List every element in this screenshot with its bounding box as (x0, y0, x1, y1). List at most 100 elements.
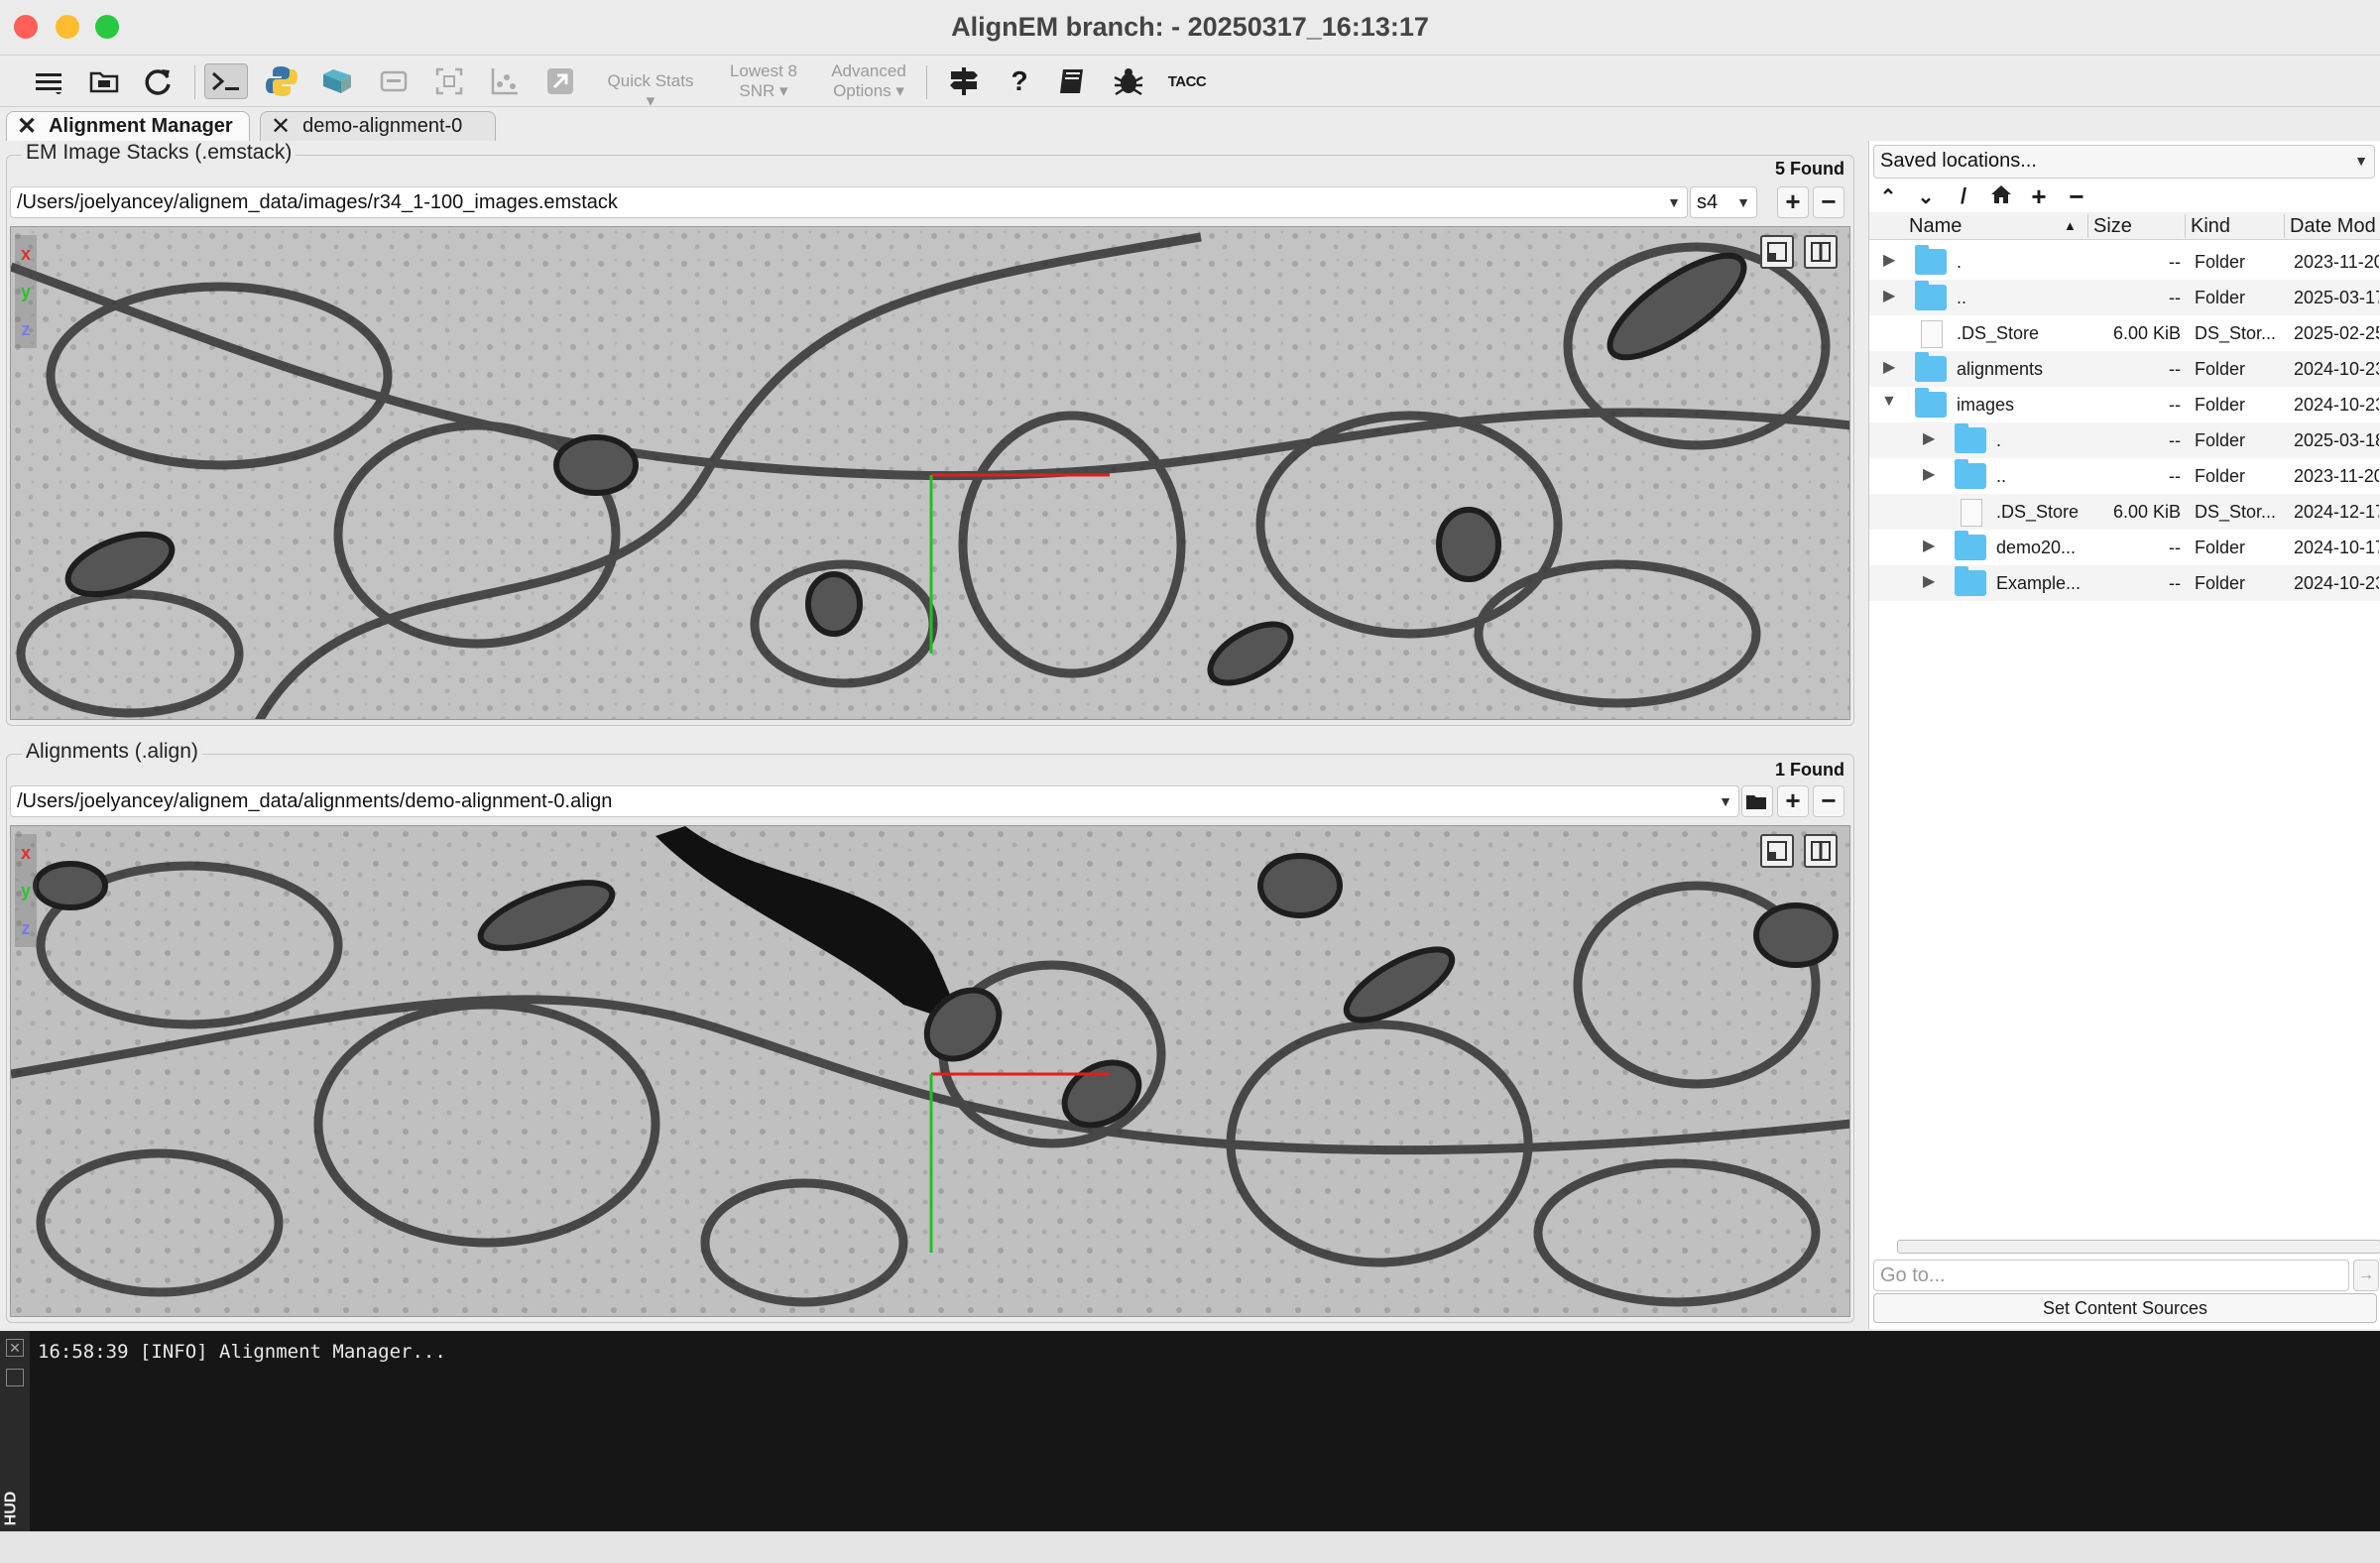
window-icon[interactable] (375, 63, 413, 99)
file-row[interactable]: ▶ Example... -- Folder 2024-10-23 (1869, 565, 2380, 601)
column-header-name[interactable]: Name (1909, 215, 1962, 238)
tab-demo-alignment[interactable]: ✕ demo-alignment-0 (260, 111, 496, 141)
axis-indicator: x y z (15, 834, 37, 947)
file-name: .. (1996, 466, 2007, 486)
file-row[interactable]: ▶. -- Folder 2025-03-18 (1869, 422, 2380, 458)
alignments-found-count: 1 Found (1775, 760, 1844, 780)
add-location-icon[interactable]: + (2024, 181, 2054, 212)
book-icon[interactable] (1053, 63, 1093, 99)
axis-indicator: x y z (15, 235, 37, 348)
clear-log-icon[interactable]: ✕ (6, 1339, 24, 1357)
file-row[interactable]: ▶.. -- Folder 2023-11-20 (1869, 458, 2380, 494)
tab-alignment-manager[interactable]: ✕ Alignment Manager (6, 111, 250, 141)
file-date: 2024-10-23 (2294, 395, 2379, 415)
split-view-icon[interactable] (1804, 834, 1838, 868)
file-row[interactable]: ▶. -- Folder 2023-11-20 (1869, 244, 2380, 280)
file-row[interactable]: ▶.. -- Folder 2025-03-17 (1869, 280, 2380, 315)
tab-bar: ✕ Alignment Manager ✕ demo-alignment-0 (0, 107, 1856, 141)
emstack-title: EM Image Stacks (.emstack) (22, 141, 297, 165)
file-row[interactable]: .DS_Store 6.00 KiB DS_Stor... 2025-02-25 (1869, 315, 2380, 351)
advanced-options-button[interactable]: Advanced Options ▾ (819, 61, 918, 101)
fit-icon[interactable] (430, 63, 468, 99)
folder-icon[interactable] (85, 63, 123, 99)
chevron-down-icon: ▼ (1719, 793, 1732, 809)
chevron-up-icon[interactable]: ⌃ (1873, 184, 1903, 209)
terminal-icon[interactable] (204, 63, 248, 99)
root-icon[interactable]: / (1949, 183, 1978, 209)
split-view-icon[interactable] (1804, 235, 1838, 269)
expand-arrow-icon[interactable]: ▶ (1923, 571, 1935, 591)
add-alignment-button[interactable]: + (1777, 785, 1809, 817)
emstack-path-select[interactable]: /Users/joelyancey/alignem_data/images/r3… (10, 186, 1688, 218)
zoom-fit-icon[interactable] (1760, 834, 1794, 868)
horizontal-scrollbar[interactable] (1897, 1240, 2380, 1254)
file-size: -- (2169, 288, 2181, 307)
file-name: alignments (1957, 359, 2044, 379)
column-header-size[interactable]: Size (2093, 215, 2132, 238)
remove-emstack-button[interactable]: − (1813, 186, 1844, 218)
close-tab-icon[interactable]: ✕ (271, 112, 291, 141)
signpost-icon[interactable] (944, 63, 984, 99)
alignment-path-select[interactable]: /Users/joelyancey/alignem_data/alignment… (10, 785, 1739, 817)
expand-arrow-icon[interactable]: ▶ (1883, 250, 1895, 270)
refresh-icon[interactable] (139, 63, 177, 99)
set-content-sources-button[interactable]: Set Content Sources (1873, 1293, 2377, 1323)
bug-icon[interactable] (1109, 63, 1148, 99)
zoom-fit-icon[interactable] (1760, 235, 1794, 269)
file-row[interactable]: ▶ demo20... -- Folder 2024-10-17 (1869, 530, 2380, 565)
remove-alignment-button[interactable]: − (1813, 785, 1844, 817)
detach-log-icon[interactable] (6, 1369, 24, 1386)
saved-locations-select[interactable]: Saved locations... ▼ (1873, 145, 2375, 179)
tab-label: demo-alignment-0 (302, 115, 463, 137)
file-name: .. (1957, 288, 1967, 307)
file-date: 2024-10-23 (2294, 573, 2379, 593)
goto-arrow-icon[interactable]: → (2353, 1260, 2379, 1291)
add-emstack-button[interactable]: + (1777, 186, 1809, 218)
file-name: .DS_Store (1996, 502, 2080, 522)
file-kind: Folder (2195, 466, 2246, 486)
folder-icon (1915, 388, 1947, 418)
emstack-image-viewer[interactable]: x y z (10, 226, 1850, 720)
scale-select[interactable]: s4 ▼ (1690, 186, 1757, 218)
python-icon[interactable] (262, 63, 301, 99)
export-icon[interactable] (541, 63, 579, 99)
log-console: 16:58:39 [INFO] Alignment Manager... (0, 1331, 2380, 1531)
help-icon[interactable]: ? (1000, 63, 1039, 99)
expand-arrow-icon[interactable]: ▶ (1883, 357, 1895, 377)
file-kind: Folder (2195, 538, 2246, 557)
chevron-down-icon[interactable]: ⌄ (1911, 184, 1941, 209)
file-row[interactable]: ▼ images -- Folder 2024-10-23 (1869, 387, 2380, 422)
folder-icon (1915, 245, 1947, 275)
file-size: -- (2169, 430, 2181, 450)
lowest-snr-button[interactable]: Lowest 8 SNR ▾ (714, 61, 813, 101)
goto-input[interactable]: Go to... (1873, 1260, 2349, 1291)
notebook-icon[interactable] (317, 63, 357, 99)
expand-arrow-icon[interactable]: ▶ (1883, 286, 1895, 305)
file-row[interactable]: ▶ alignments -- Folder 2024-10-23 (1869, 351, 2380, 387)
column-header-date[interactable]: Date Mod (2290, 215, 2376, 238)
quick-stats-button[interactable]: Quick Stats ▾ (601, 71, 700, 111)
column-header-kind[interactable]: Kind (2191, 215, 2230, 238)
file-date: 2024-10-17 (2294, 538, 2379, 557)
log-line: 16:58:39 [INFO] Alignment Manager... (38, 1341, 446, 1363)
file-kind: DS_Stor... (2195, 323, 2277, 343)
expand-arrow-icon[interactable]: ▶ (1923, 464, 1935, 484)
file-kind: Folder (2195, 573, 2246, 593)
close-tab-icon[interactable]: ✕ (17, 112, 37, 141)
alignment-image-viewer[interactable]: x y z (10, 825, 1850, 1317)
file-row[interactable]: .DS_Store 6.00 KiB DS_Stor... 2024-12-17 (1869, 494, 2380, 530)
expand-arrow-icon[interactable]: ▶ (1923, 428, 1935, 448)
file-kind: DS_Stor... (2195, 502, 2277, 522)
expand-arrow-icon[interactable]: ▶ (1923, 536, 1935, 555)
file-date: 2023-11-20 (2294, 252, 2379, 272)
tacc-icon[interactable]: TACC (1162, 63, 1212, 99)
home-icon[interactable] (1986, 184, 2016, 209)
collapse-arrow-icon[interactable]: ▼ (1881, 393, 1897, 411)
hamburger-menu-icon[interactable] (30, 63, 67, 99)
open-folder-button[interactable] (1741, 785, 1773, 817)
hud-label: HUD (2, 1491, 20, 1526)
status-bar (0, 1531, 2380, 1563)
file-list: ▶. -- Folder 2023-11-20 ▶.. -- Folder 2025-03-1… (1869, 244, 2380, 601)
scatter-icon[interactable] (486, 63, 524, 99)
remove-location-icon[interactable]: − (2062, 181, 2091, 212)
